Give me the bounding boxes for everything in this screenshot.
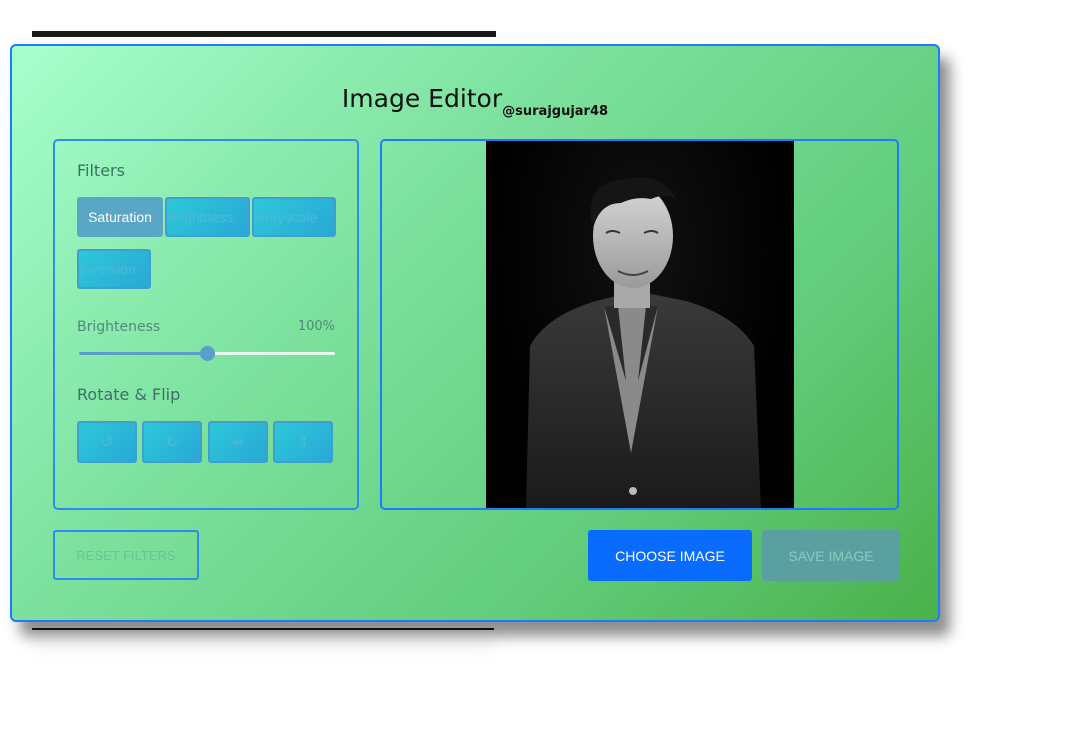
rotate-left-icon: ↺ <box>100 434 114 451</box>
choose-image-button[interactable]: CHOOSE IMAGE <box>588 530 752 581</box>
title-text: Image Editor <box>341 84 503 113</box>
author-handle: @surajgujar48 <box>502 104 609 119</box>
rotate-right-button[interactable]: ↻ <box>142 421 202 463</box>
filters-label: Filters <box>77 161 125 180</box>
flip-vertical-button[interactable]: ⇕ <box>273 421 333 463</box>
flip-horizontal-button[interactable]: ⇹ <box>208 421 268 463</box>
flip-horizontal-icon: ⇹ <box>231 434 245 451</box>
brightness-slider[interactable] <box>79 346 335 361</box>
backdrop-top-bar <box>32 31 496 37</box>
editor-card: Image Editor@surajgujar48 Filters Satura… <box>10 44 940 622</box>
filter-brightness-button[interactable]: Brightness <box>165 197 250 237</box>
rotate-right-icon: ↻ <box>165 434 179 451</box>
flip-vertical-icon: ⇕ <box>296 434 310 451</box>
controls-panel: Filters Saturation Brightness Grayscale … <box>53 139 359 510</box>
filter-grayscale-button[interactable]: Grayscale <box>252 197 336 237</box>
save-image-button[interactable]: SAVE IMAGE <box>762 530 900 581</box>
slider-thumb[interactable] <box>200 346 215 361</box>
rotate-flip-label: Rotate & Flip <box>77 385 181 404</box>
reset-filters-button[interactable]: RESET FILTERS <box>53 530 199 580</box>
page-title: Image Editor@surajgujar48 <box>12 84 938 119</box>
rotate-left-button[interactable]: ↺ <box>77 421 137 463</box>
preview-photo <box>486 141 794 508</box>
slider-value: 100% <box>297 319 335 334</box>
backdrop-bottom-bar <box>32 628 494 630</box>
slider-fill <box>79 352 207 355</box>
portrait-image <box>526 177 761 508</box>
filter-inversion-button[interactable]: Inversion <box>77 249 151 289</box>
slider-label: Brighteness <box>77 319 161 335</box>
filter-saturation-button[interactable]: Saturation <box>77 197 163 237</box>
image-preview <box>380 139 899 510</box>
